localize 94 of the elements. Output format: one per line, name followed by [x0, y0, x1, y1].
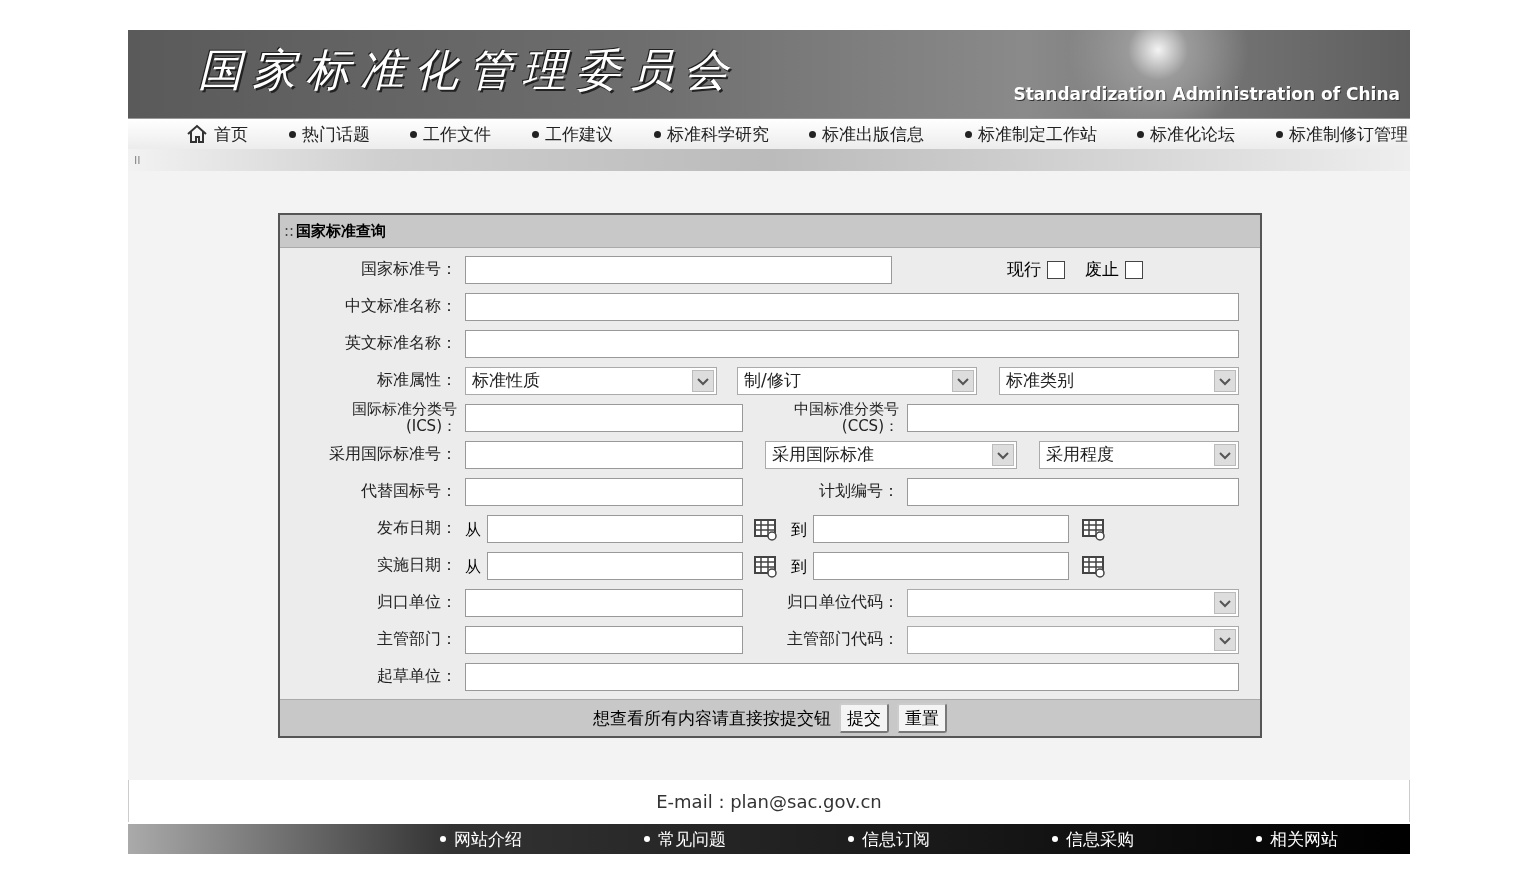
- text-field[interactable]: [465, 625, 743, 654]
- nav-link[interactable]: 标准制修订管理: [1289, 122, 1408, 146]
- calendar-icon: [1081, 516, 1107, 541]
- footer-link[interactable]: 常见问题: [658, 827, 726, 851]
- text-field[interactable]: [465, 292, 1239, 321]
- bullet-icon: [440, 836, 446, 842]
- caret-icon: [1214, 628, 1236, 651]
- date-from-label: 从: [465, 519, 482, 541]
- home-icon: [186, 124, 208, 144]
- dropdown[interactable]: 采用国际标准: [765, 440, 1017, 469]
- field-label: 中国标准分类号 (CCS)：: [793, 400, 900, 435]
- dropdown[interactable]: 标准性质: [465, 366, 717, 395]
- date-from-label: 从: [465, 556, 482, 578]
- field-label: 起草单位：: [376, 666, 458, 687]
- bullet-icon: [644, 836, 650, 842]
- nav-link[interactable]: 标准化论坛: [1150, 122, 1236, 146]
- footer-link[interactable]: 信息采购: [1066, 827, 1134, 851]
- field-label: 国家标准号：: [360, 259, 458, 280]
- caret-icon: [1214, 591, 1236, 614]
- text-field[interactable]: [487, 514, 743, 543]
- bullet-icon: [848, 836, 854, 842]
- checkbox[interactable]: [1047, 260, 1065, 279]
- nav-link[interactable]: 标准制定工作站: [977, 122, 1097, 146]
- dropdown[interactable]: 制/修订: [737, 366, 977, 395]
- submit-button[interactable]: 提交: [839, 703, 889, 733]
- text-field[interactable]: [907, 477, 1239, 506]
- field-label: 归口单位代码：: [786, 592, 900, 613]
- footer-link[interactable]: 网站介绍: [454, 827, 522, 851]
- dropdown[interactable]: 采用程度: [1039, 440, 1239, 469]
- date-to-label: 到: [791, 556, 808, 578]
- calendar-icon: [753, 553, 779, 578]
- nav-link[interactable]: 工作建议: [544, 122, 613, 146]
- field-label: 采用国际标准号：: [328, 444, 458, 465]
- footer-link[interactable]: 信息订阅: [862, 827, 930, 851]
- text-field[interactable]: [813, 551, 1069, 580]
- bullet-icon: [1256, 836, 1262, 842]
- bullet-icon: [1276, 130, 1283, 138]
- checkbox[interactable]: [1125, 260, 1143, 279]
- text-field[interactable]: [465, 662, 1239, 691]
- caret-icon: [952, 369, 974, 392]
- field-label: 标准属性：: [376, 370, 458, 391]
- text-field[interactable]: [907, 403, 1239, 432]
- calendar-icon: [753, 516, 779, 541]
- field-label: 英文标准名称：: [344, 333, 458, 354]
- text-field[interactable]: [465, 440, 743, 469]
- bullet-icon: [410, 130, 418, 138]
- field-label: 主管部门：: [376, 629, 458, 650]
- nav-link[interactable]: 热门话题: [301, 122, 370, 146]
- checkbox-label: 现行: [1007, 258, 1041, 281]
- bullet-icon: [531, 130, 539, 138]
- date-to-label: 到: [791, 519, 808, 541]
- text-field[interactable]: [465, 255, 892, 284]
- field-label: 国际标准分类号 (ICS)：: [351, 400, 458, 435]
- bullet-icon: [809, 130, 817, 138]
- bullet-icon: [1052, 836, 1058, 842]
- caret-icon: [992, 443, 1014, 466]
- text-field[interactable]: [465, 477, 743, 506]
- text-field[interactable]: [813, 514, 1069, 543]
- nav-link[interactable]: 工作文件: [423, 122, 492, 146]
- field-label: 代替国标号：: [360, 481, 458, 502]
- form-title: 国家标准查询: [296, 221, 387, 241]
- dropdown[interactable]: [907, 625, 1239, 654]
- dropdown[interactable]: [907, 588, 1239, 617]
- calendar-icon: [1081, 553, 1107, 578]
- field-label: 发布日期：: [376, 518, 458, 539]
- field-label: 主管部门代码：: [786, 629, 900, 650]
- bullet-icon: [964, 130, 972, 138]
- text-field[interactable]: [465, 588, 743, 617]
- text-field[interactable]: [487, 551, 743, 580]
- reset-button[interactable]: 重置: [897, 703, 947, 733]
- checkbox-label: 废止: [1085, 258, 1119, 281]
- caret-icon: [1214, 443, 1236, 466]
- field-label: 实施日期：: [376, 555, 458, 576]
- hint-text: 想查看所有内容请直接按提交钮: [593, 706, 831, 730]
- nav-link[interactable]: 首页: [214, 122, 248, 146]
- text-field[interactable]: [465, 329, 1239, 358]
- site-title: 国家标准化管理委员会: [198, 42, 738, 97]
- nav-link[interactable]: 标准科学研究: [666, 122, 769, 146]
- caret-icon: [692, 369, 714, 392]
- email-text: E-mail : plan@sac.gov.cn: [128, 780, 1410, 822]
- bullet-icon: [1137, 130, 1145, 138]
- strip-mark: II: [134, 153, 141, 167]
- nav-link[interactable]: 标准出版信息: [822, 122, 925, 146]
- field-label: 归口单位：: [376, 592, 458, 613]
- field-label: 计划编号：: [818, 481, 900, 502]
- footer-link[interactable]: 相关网站: [1270, 827, 1338, 851]
- title-prefix: ::: [284, 222, 295, 240]
- bullet-icon: [653, 130, 661, 138]
- field-label: 中文标准名称：: [344, 296, 458, 317]
- bullet-icon: [288, 130, 296, 138]
- caret-icon: [1214, 369, 1236, 392]
- text-field[interactable]: [465, 403, 743, 432]
- site-subtitle: Standardization Administration of China: [1013, 84, 1400, 104]
- dropdown[interactable]: 标准类别: [999, 366, 1239, 395]
